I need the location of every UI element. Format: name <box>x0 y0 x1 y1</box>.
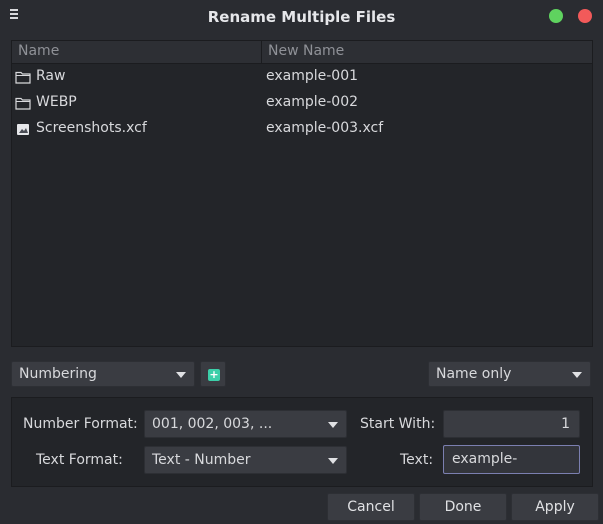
start-with-label: Start With: <box>360 416 436 432</box>
row-new-name: example-003.xcf <box>266 120 384 136</box>
maximize-button[interactable] <box>549 9 563 23</box>
chevron-down-icon <box>328 422 338 428</box>
scope-dropdown[interactable]: Name only <box>428 361 591 387</box>
row-name: Screenshots.xcf <box>36 120 147 136</box>
number-format-label: Number Format: <box>23 416 138 432</box>
text-value: example- <box>452 451 518 467</box>
apply-button[interactable]: Apply <box>511 493 599 521</box>
close-button[interactable] <box>578 9 592 23</box>
chevron-down-icon <box>328 458 338 464</box>
start-with-value: 1 <box>561 416 570 432</box>
list-row[interactable]: WEBP example-002 <box>12 90 592 116</box>
start-with-field[interactable]: 1 <box>443 410 580 438</box>
window-title: Rename Multiple Files <box>207 8 396 26</box>
column-divider[interactable] <box>261 41 262 63</box>
cancel-button[interactable]: Cancel <box>327 493 415 521</box>
number-format-value: 001, 002, 003, ... <box>152 416 273 432</box>
plus-icon: + <box>208 368 220 381</box>
done-button[interactable]: Done <box>419 493 507 521</box>
rename-mode-value: Numbering <box>19 366 97 382</box>
text-field[interactable]: example- <box>443 445 580 474</box>
row-name: Raw <box>36 68 66 84</box>
title-bar: Rename Multiple Files <box>0 0 603 34</box>
text-format-dropdown[interactable]: Text - Number <box>144 446 347 474</box>
text-format-label: Text Format: <box>36 452 123 468</box>
folder-icon <box>15 97 31 110</box>
column-header-new-name[interactable]: New Name <box>268 43 344 59</box>
list-header: Name New Name <box>12 41 592 64</box>
add-rule-button[interactable]: + <box>200 361 226 387</box>
text-label: Text: <box>400 452 434 468</box>
number-format-dropdown[interactable]: 001, 002, 003, ... <box>144 410 347 438</box>
image-file-icon <box>17 124 29 135</box>
file-list[interactable]: Name New Name Raw example-001 WEBP examp… <box>11 40 593 347</box>
text-format-value: Text - Number <box>152 452 251 468</box>
chevron-down-icon <box>572 372 582 378</box>
chevron-down-icon <box>176 372 186 378</box>
list-row[interactable]: Raw example-001 <box>12 64 592 90</box>
row-new-name: example-001 <box>266 68 359 84</box>
list-row[interactable]: Screenshots.xcf example-003.xcf <box>12 116 592 142</box>
rename-mode-dropdown[interactable]: Numbering <box>11 361 195 387</box>
row-name: WEBP <box>36 94 77 110</box>
column-header-name[interactable]: Name <box>18 43 59 59</box>
folder-icon <box>15 71 31 84</box>
scope-value: Name only <box>436 366 512 382</box>
options-panel: Number Format: 001, 002, 003, ... Start … <box>11 397 593 487</box>
row-new-name: example-002 <box>266 94 359 110</box>
